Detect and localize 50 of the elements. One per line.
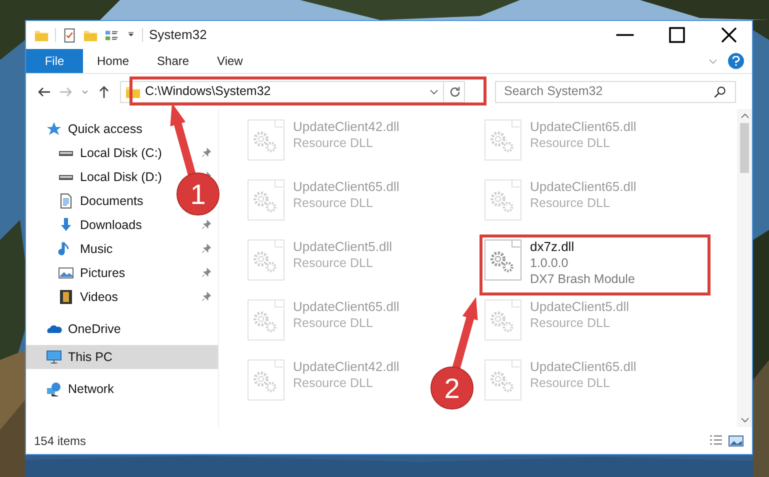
- ribbon-tab[interactable]: View: [203, 49, 257, 73]
- nav-item[interactable]: Quick access: [26, 117, 148, 141]
- ribbon-tab[interactable]: Share: [143, 49, 204, 73]
- file-detail: Resource DLL: [293, 135, 373, 151]
- help-icon[interactable]: [728, 53, 744, 69]
- search-icon[interactable]: [713, 84, 727, 98]
- file-detail: DX7 Brash Module: [530, 271, 635, 287]
- file-detail: Resource DLL: [530, 135, 610, 151]
- network-icon: [46, 381, 62, 397]
- file-detail: Resource DLL: [293, 195, 373, 211]
- star-icon: [46, 121, 62, 137]
- nav-item[interactable]: Music: [26, 237, 119, 261]
- nav-item[interactable]: This PC: [26, 345, 218, 369]
- file-detail: Resource DLL: [293, 375, 373, 391]
- file-detail: Resource DLL: [293, 315, 373, 331]
- nav-item[interactable]: Network: [26, 377, 120, 401]
- large-icons-view-icon[interactable]: [728, 432, 744, 448]
- nav-item[interactable]: Local Disk (C:): [26, 141, 168, 165]
- nav-item[interactable]: Videos: [26, 285, 124, 309]
- nav-item[interactable]: Pictures: [26, 261, 132, 285]
- gear-file-icon[interactable]: [484, 239, 522, 281]
- step-badge: 2: [430, 366, 474, 410]
- address-path: C:\Windows\System32: [145, 83, 271, 100]
- address-bar[interactable]: C:\Windows\System32: [120, 80, 465, 102]
- file-detail: Resource DLL: [530, 315, 610, 331]
- film-icon: [58, 289, 74, 305]
- search-input[interactable]: Search System32: [504, 82, 713, 101]
- file-detail: 1.0.0.0: [530, 255, 568, 271]
- nav-item[interactable]: Downloads: [26, 213, 148, 237]
- file-tab[interactable]: File: [26, 49, 83, 73]
- nav-item[interactable]: Local Disk (D:): [26, 165, 168, 189]
- ribbon-tab[interactable]: Home: [83, 49, 144, 73]
- item-count: 154 items: [34, 432, 86, 450]
- search-field[interactable]: Search System32: [495, 80, 736, 102]
- nav-item[interactable]: OneDrive: [26, 317, 127, 341]
- drive-icon: [58, 150, 74, 156]
- monitor-icon: [46, 349, 62, 365]
- drive-icon: [58, 174, 74, 180]
- file-detail: Resource DLL: [293, 255, 373, 271]
- scrollbar-thumb[interactable]: [740, 123, 749, 173]
- nav-item[interactable]: Documents: [26, 189, 150, 213]
- step-badge: 1: [176, 172, 220, 216]
- file-name[interactable]: dx7z.dll: [530, 239, 574, 255]
- document-icon: [58, 193, 74, 209]
- window-title: System32: [149, 26, 207, 44]
- file-detail: Resource DLL: [530, 195, 610, 211]
- down-arrow-icon: [58, 217, 74, 233]
- picture-frame-icon: [58, 265, 74, 281]
- checklist-icon[interactable]: [62, 28, 77, 42]
- file-detail: Resource DLL: [530, 375, 610, 391]
